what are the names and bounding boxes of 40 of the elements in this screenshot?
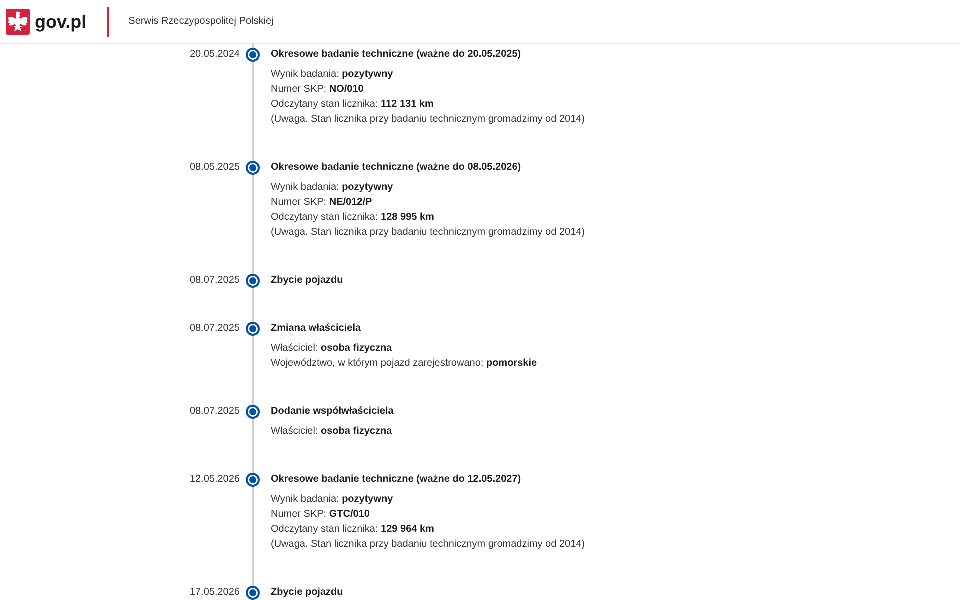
event-detail: Właściciel: osoba fizyczna — [271, 425, 392, 439]
event-title: Okresowe badanie techniczne (ważne do 12.05.2027) — [271, 473, 522, 487]
event-detail: (Uwaga. Stan licznika przy badaniu technicznym gromadzimy od 2014) — [271, 113, 586, 127]
timeline-dot-icon — [246, 274, 260, 288]
event-title: Zbycie pojazdu — [271, 586, 344, 600]
service-name: Serwis Rzeczypospolitej Polskiej — [128, 14, 274, 28]
event-date: 20.05.2024 — [190, 48, 240, 62]
header-divider — [106, 6, 109, 36]
event-date: 08.05.2025 — [190, 161, 240, 175]
event-title: Zmiana właściciela — [271, 322, 362, 336]
event-title: Okresowe badanie techniczne (ważne do 08.05.2026) — [271, 161, 522, 175]
event-detail: Numer SKP: NO/010 — [271, 83, 364, 97]
event-detail: (Uwaga. Stan licznika przy badaniu technicznym gromadzimy od 2014) — [271, 538, 586, 552]
eagle-emblem-icon — [6, 8, 30, 34]
event-date: 17.05.2026 — [190, 586, 240, 600]
event-detail: Wynik badania: pozytywny — [271, 493, 394, 507]
event-detail: Odczytany stan licznika: 129 964 km — [271, 523, 434, 537]
timeline-dot-icon — [246, 586, 260, 600]
event-detail: Województwo, w którym pojazd zarejestrowano: pomorskie — [271, 357, 538, 371]
event-detail: Odczytany stan licznika: 112 131 km — [271, 98, 434, 112]
timeline-dot-icon — [246, 473, 260, 487]
event-detail: Wynik badania: pozytywny — [271, 181, 394, 195]
event-date: 08.07.2025 — [190, 274, 240, 288]
event-date: 08.07.2025 — [190, 322, 240, 336]
event-date: 12.05.2026 — [190, 473, 240, 487]
event-detail: Wynik badania: pozytywny — [271, 68, 394, 82]
timeline-dot-icon — [246, 405, 260, 419]
gov-logo-link[interactable]: gov.pl — [6, 8, 87, 34]
timeline-dot-icon — [246, 161, 260, 175]
event-detail: (Uwaga. Stan licznika przy badaniu technicznym gromadzimy od 2014) — [271, 226, 586, 240]
timeline-dot-icon — [246, 48, 260, 62]
event-title: Dodanie współwłaściciela — [271, 405, 394, 419]
event-detail: Odczytany stan licznika: 128 995 km — [271, 211, 434, 225]
timeline-dot-icon — [246, 322, 260, 336]
event-detail: Numer SKP: NE/012/P — [271, 196, 372, 210]
event-detail: Właściciel: osoba fizyczna — [271, 342, 392, 356]
event-date: 08.07.2025 — [190, 405, 240, 419]
event-detail: Numer SKP: GTC/010 — [271, 508, 370, 522]
event-title: Okresowe badanie techniczne (ważne do 20.05.2025) — [271, 48, 522, 62]
event-title: Zbycie pojazdu — [271, 274, 344, 288]
